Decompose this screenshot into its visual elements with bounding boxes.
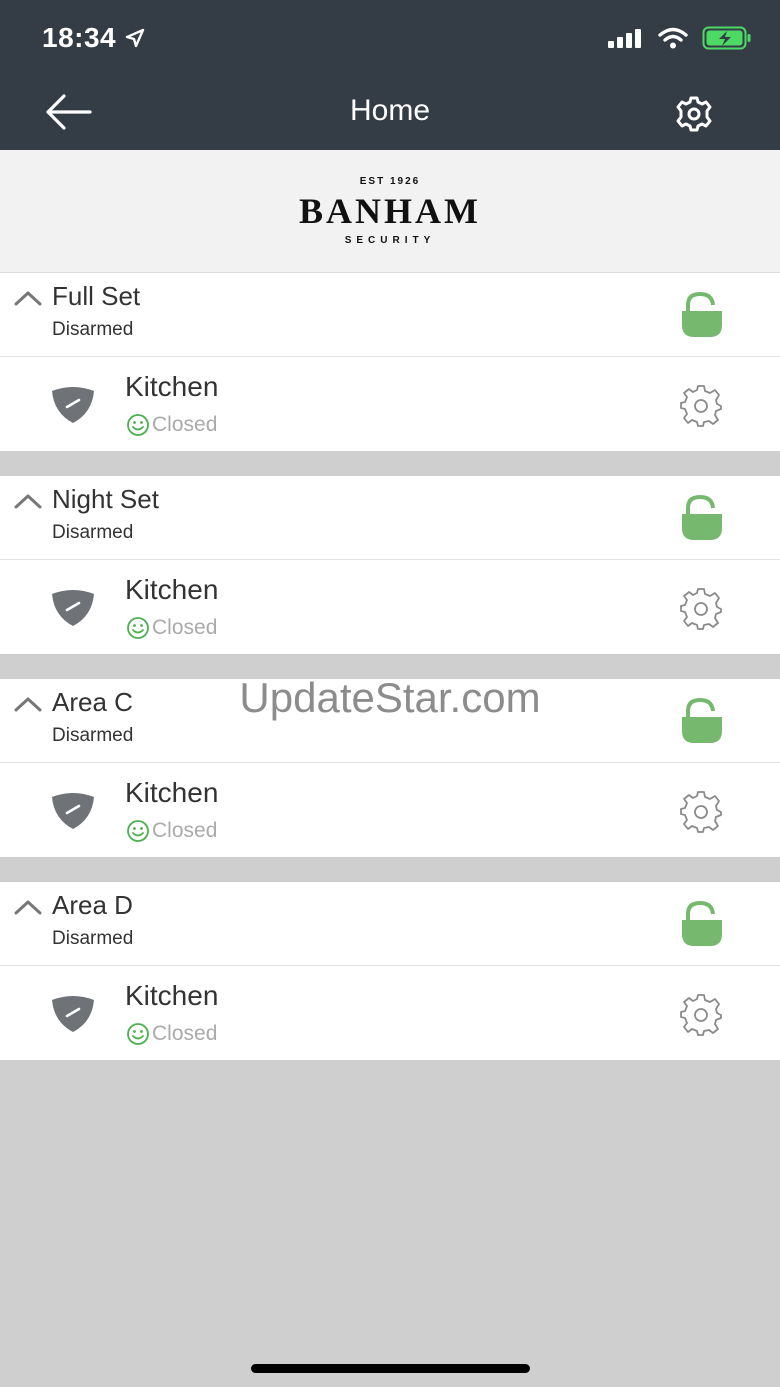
status-bar-time: 18:34 (42, 22, 146, 54)
zone-row[interactable]: Kitchen Closed (0, 763, 780, 857)
shield-icon (52, 996, 94, 1032)
area-card: Area C Disarmed Kitchen Closed (0, 679, 780, 857)
area-status: Disarmed (52, 522, 134, 543)
area-card: Night Set Disarmed Kitchen Closed (0, 476, 780, 654)
zone-name: Kitchen (125, 777, 219, 808)
area-header[interactable]: Full Set Disarmed (0, 273, 780, 357)
shield-icon (52, 387, 94, 423)
gear-icon[interactable] (678, 992, 724, 1038)
area-name: Area C (52, 687, 133, 717)
area-card: Full Set Disarmed Kitchen Closed (0, 273, 780, 451)
zone-state: Closed (126, 819, 217, 843)
unlocked-padlock-icon[interactable] (680, 900, 724, 948)
app-header: 18:34 Home (0, 0, 780, 150)
area-name: Night Set (52, 484, 159, 514)
area-name: Area D (52, 890, 133, 920)
area-status: Disarmed (52, 928, 134, 949)
area-header[interactable]: Area D Disarmed (0, 882, 780, 966)
zone-state-text: Closed (152, 1022, 218, 1045)
zone-state-text: Closed (152, 616, 218, 639)
area-status: Disarmed (52, 319, 134, 340)
zone-row[interactable]: Kitchen Closed (0, 966, 780, 1060)
smiley-icon (127, 1023, 149, 1045)
page-title: Home (349, 94, 431, 127)
zone-state: Closed (126, 413, 217, 437)
battery-charging-icon (702, 26, 751, 50)
zone-state: Closed (126, 616, 217, 640)
brand-banner: EST 1926 BANHAM SECURITY (0, 150, 780, 273)
shield-icon (52, 793, 94, 829)
unlocked-padlock-icon[interactable] (680, 697, 724, 745)
areas-list: Full Set Disarmed Kitchen Closed Night S… (0, 273, 780, 1060)
area-status: Disarmed (52, 725, 134, 746)
gear-icon[interactable] (678, 789, 724, 835)
cellular-signal-icon (608, 29, 641, 48)
area-name: Full Set (52, 281, 141, 311)
area-card: Area D Disarmed Kitchen Closed (0, 882, 780, 1060)
chevron-up-icon[interactable] (14, 695, 42, 713)
wifi-icon (658, 27, 688, 49)
brand-subtitle: SECURITY (344, 235, 436, 246)
gear-icon[interactable] (672, 94, 716, 134)
zone-row[interactable]: Kitchen Closed (0, 357, 780, 451)
unlocked-padlock-icon[interactable] (680, 291, 724, 339)
unlocked-padlock-icon[interactable] (680, 494, 724, 542)
zone-state-text: Closed (152, 819, 218, 842)
chevron-up-icon[interactable] (14, 492, 42, 510)
smiley-icon (127, 617, 149, 639)
location-arrow-icon (125, 28, 145, 48)
chevron-up-icon[interactable] (14, 898, 42, 916)
area-header[interactable]: Night Set Disarmed (0, 476, 780, 560)
area-header[interactable]: Area C Disarmed (0, 679, 780, 763)
brand-est: EST 1926 (359, 176, 421, 187)
status-time-text: 18:34 (42, 22, 117, 53)
gear-icon[interactable] (678, 586, 724, 632)
zone-name: Kitchen (125, 371, 219, 402)
shield-icon (52, 590, 94, 626)
zone-state-text: Closed (152, 413, 218, 436)
status-bar-icons (608, 26, 752, 50)
zone-state: Closed (126, 1022, 217, 1046)
zone-name: Kitchen (125, 980, 219, 1011)
chevron-up-icon[interactable] (14, 289, 42, 307)
zone-name: Kitchen (125, 574, 219, 605)
home-indicator[interactable] (251, 1364, 530, 1373)
gear-icon[interactable] (678, 383, 724, 429)
smiley-icon (127, 414, 149, 436)
brand-logo-text: BANHAM (299, 191, 481, 231)
smiley-icon (127, 820, 149, 842)
zone-row[interactable]: Kitchen Closed (0, 560, 780, 654)
